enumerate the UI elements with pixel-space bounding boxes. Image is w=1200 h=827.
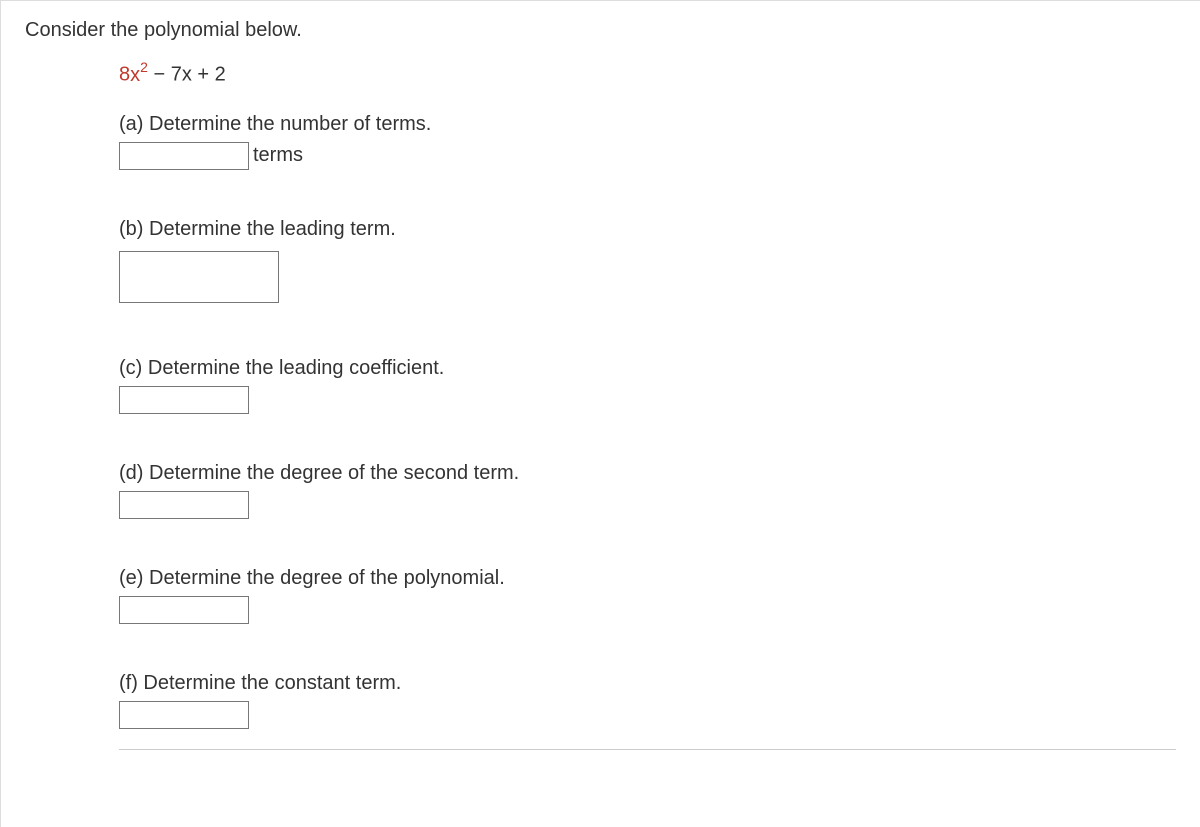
polynomial-rest: − 7x + 2 bbox=[148, 64, 226, 86]
part-a-label: (a) Determine the number of terms. bbox=[119, 113, 1176, 136]
part-d-input[interactable] bbox=[119, 491, 249, 519]
bottom-divider bbox=[119, 749, 1176, 750]
part-e: (e) Determine the degree of the polynomi… bbox=[119, 567, 1176, 624]
part-b-label: (b) Determine the leading term. bbox=[119, 218, 1176, 241]
part-d: (d) Determine the degree of the second t… bbox=[119, 462, 1176, 519]
question-body: 8x2 − 7x + 2 (a) Determine the number of… bbox=[119, 60, 1176, 729]
part-a-suffix: terms bbox=[253, 144, 303, 166]
question-container: Consider the polynomial below. 8x2 − 7x … bbox=[0, 0, 1200, 827]
leading-exponent: 2 bbox=[140, 59, 148, 75]
part-b-input[interactable] bbox=[119, 251, 279, 303]
part-e-input[interactable] bbox=[119, 596, 249, 624]
part-d-label: (d) Determine the degree of the second t… bbox=[119, 462, 1176, 485]
part-b: (b) Determine the leading term. bbox=[119, 218, 1176, 303]
question-intro: Consider the polynomial below. bbox=[25, 19, 1176, 42]
part-e-label: (e) Determine the degree of the polynomi… bbox=[119, 567, 1176, 590]
polynomial-expression: 8x2 − 7x + 2 bbox=[119, 60, 1176, 87]
part-c-input[interactable] bbox=[119, 386, 249, 414]
polynomial-leading-term: 8x2 bbox=[119, 64, 148, 86]
part-a: (a) Determine the number of terms. terms bbox=[119, 113, 1176, 170]
part-f-input[interactable] bbox=[119, 701, 249, 729]
part-c-label: (c) Determine the leading coefficient. bbox=[119, 357, 1176, 380]
leading-coef: 8 bbox=[119, 64, 130, 86]
leading-var: x2 bbox=[130, 64, 148, 86]
part-c: (c) Determine the leading coefficient. bbox=[119, 357, 1176, 414]
part-a-input[interactable] bbox=[119, 142, 249, 170]
part-f-label: (f) Determine the constant term. bbox=[119, 672, 1176, 695]
part-f: (f) Determine the constant term. bbox=[119, 672, 1176, 729]
